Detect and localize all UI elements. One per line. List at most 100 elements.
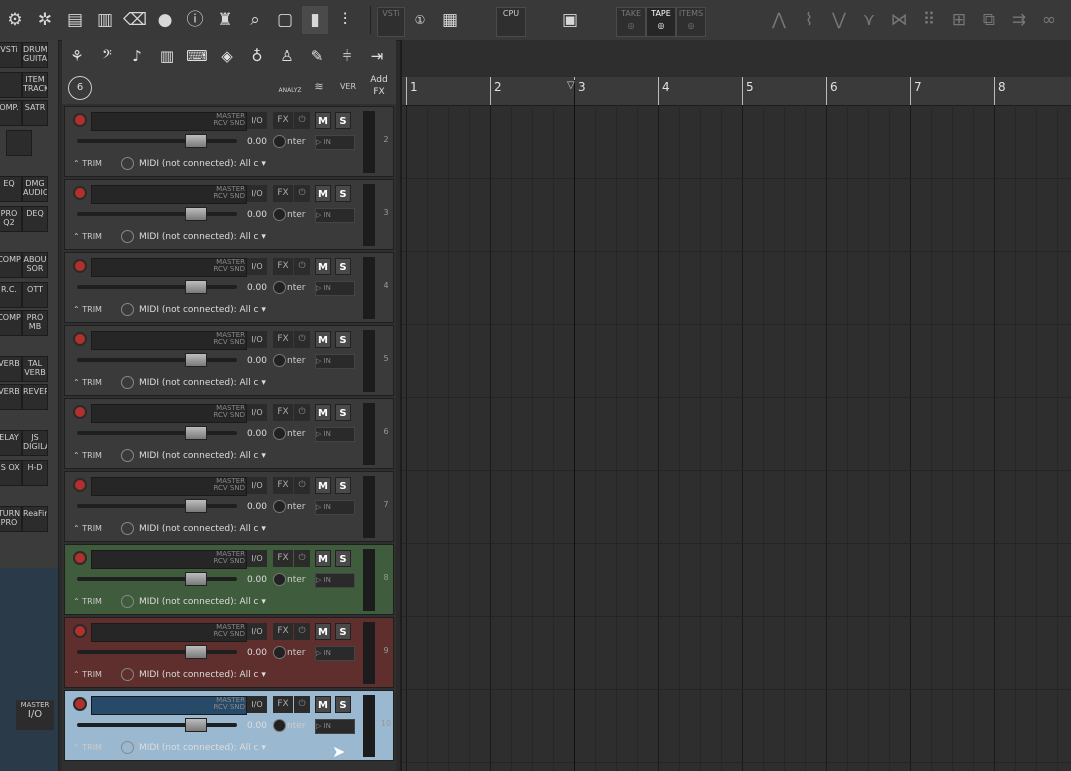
volume-fader[interactable] bbox=[77, 358, 237, 362]
timeline-ruler[interactable]: 1 2 3 4 5 6 7 8 bbox=[402, 77, 1071, 106]
midi-input-select[interactable]: MIDI (not connected): All c ▾ bbox=[139, 157, 267, 171]
track-8[interactable]: MASTER RCV SND I/O FX ⏻ M S 0.00 nter ▷ IN ⌃ TRIM M… bbox=[64, 544, 394, 615]
guitar-icon[interactable]: ♪ bbox=[124, 43, 150, 69]
record-arm-button[interactable] bbox=[73, 697, 87, 711]
record-arm-button[interactable] bbox=[73, 405, 87, 419]
midi-input-select[interactable]: MIDI (not connected): All c ▾ bbox=[139, 595, 267, 609]
bass-clef-icon[interactable]: 𝄢 bbox=[94, 43, 120, 69]
pan-knob[interactable] bbox=[273, 354, 286, 367]
track-2[interactable]: MASTER RCV SND I/O FX ⏻ M S 0.00 nter ▷ IN ⌃ TRIM M… bbox=[64, 106, 394, 177]
volume-fader[interactable] bbox=[77, 431, 237, 435]
mute-button[interactable]: M bbox=[315, 185, 331, 202]
fx-button-vsti[interactable]: VSTi bbox=[0, 42, 22, 68]
settings-icon[interactable]: ✲ bbox=[32, 6, 58, 34]
piano-icon[interactable]: ▥ bbox=[154, 43, 180, 69]
volume-fader[interactable] bbox=[77, 577, 237, 581]
fx-button[interactable]: FX bbox=[273, 550, 293, 567]
gear-icon[interactable]: ⚙ bbox=[2, 6, 28, 34]
volume-fader-handle[interactable] bbox=[185, 645, 207, 659]
drums-icon[interactable]: ⚘ bbox=[64, 43, 90, 69]
solo-button[interactable]: S bbox=[335, 477, 351, 494]
fx-bypass-icon[interactable]: ⏻ bbox=[294, 696, 310, 713]
volume-fader-handle[interactable] bbox=[185, 353, 207, 367]
master-send-tag[interactable]: MASTER RCV SND bbox=[205, 478, 246, 492]
pan-knob[interactable] bbox=[273, 500, 286, 513]
fx-bypass-icon[interactable]: ⏻ bbox=[294, 404, 310, 421]
io-button[interactable]: I/O bbox=[247, 331, 267, 348]
envelope-icon[interactable]: ⌇ bbox=[796, 6, 822, 34]
pan-knob[interactable] bbox=[273, 427, 286, 440]
fx-button-reverb[interactable]: REVERB bbox=[22, 384, 48, 410]
input-monitor-button[interactable]: ▷ IN bbox=[315, 646, 355, 661]
fx-button-digilay[interactable]: JS DIGILAY bbox=[22, 430, 48, 456]
arrow-right-icon[interactable]: ⇥ bbox=[364, 43, 390, 69]
circle-button[interactable]: 6 bbox=[68, 76, 92, 100]
fx-button-deq[interactable]: DEQ bbox=[22, 206, 48, 232]
person-icon[interactable]: ♙ bbox=[274, 43, 300, 69]
fx-button-item-track[interactable]: ITEM TRACK bbox=[22, 72, 48, 98]
record-arm-button[interactable] bbox=[73, 259, 87, 273]
fx-button-mb[interactable]: PRO MB bbox=[22, 310, 48, 336]
solo-button[interactable]: S bbox=[335, 258, 351, 275]
input-monitor-button[interactable]: ▷ IN bbox=[315, 135, 355, 150]
record-arm-button[interactable] bbox=[73, 113, 87, 127]
fx-button-verb2[interactable]: VERB bbox=[0, 384, 22, 410]
midi-input-select[interactable]: MIDI (not connected): All c ▾ bbox=[139, 668, 267, 682]
fx-button[interactable]: FX bbox=[273, 696, 293, 713]
track-3[interactable]: MASTER RCV SND I/O FX ⏻ M S 0.00 nter ▷ IN ⌃ TRIM M… bbox=[64, 179, 394, 250]
trim-button[interactable]: ⌃ TRIM bbox=[73, 303, 113, 317]
mute-button[interactable]: M bbox=[315, 331, 331, 348]
solo-button[interactable]: S bbox=[335, 331, 351, 348]
mute-button[interactable]: M bbox=[315, 550, 331, 567]
monitor-icon[interactable]: ▣ bbox=[557, 6, 583, 34]
comp-icon[interactable]: ⋁ bbox=[826, 6, 852, 34]
route-icon[interactable]: ⊞ bbox=[946, 6, 972, 34]
fx-bypass-icon[interactable]: ⏻ bbox=[294, 623, 310, 640]
items-button[interactable]: ITEMS ◎ bbox=[676, 7, 706, 37]
solo-button[interactable]: S bbox=[335, 623, 351, 640]
io-button[interactable]: I/O bbox=[247, 477, 267, 494]
io-button[interactable]: I/O bbox=[247, 404, 267, 421]
link-icon[interactable]: ∞ bbox=[1036, 6, 1062, 34]
pan-knob[interactable] bbox=[273, 281, 286, 294]
mute-button[interactable]: M bbox=[315, 477, 331, 494]
mic-icon[interactable]: ♁ bbox=[244, 43, 270, 69]
info-icon[interactable]: ⓘ bbox=[182, 6, 208, 34]
trim-button[interactable]: ⌃ TRIM bbox=[73, 668, 113, 682]
fx-button[interactable]: FX bbox=[273, 331, 293, 348]
arrange-view[interactable] bbox=[400, 40, 1071, 771]
fx-button-tool1[interactable] bbox=[0, 72, 22, 98]
fx-bypass-icon[interactable]: ⏻ bbox=[294, 477, 310, 494]
window-icon[interactable]: ▢ bbox=[272, 6, 298, 34]
volume-fader-handle[interactable] bbox=[185, 134, 207, 148]
io-button[interactable]: I/O bbox=[247, 258, 267, 275]
volume-fader-handle[interactable] bbox=[185, 280, 207, 294]
volume-fader-handle[interactable] bbox=[185, 426, 207, 440]
midi-input-select[interactable]: MIDI (not connected): All c ▾ bbox=[139, 741, 267, 755]
fx-button-reafir[interactable]: ReaFir bbox=[22, 506, 48, 532]
fx-button[interactable]: FX bbox=[273, 404, 293, 421]
mixer-icon[interactable]: ⫶ bbox=[332, 6, 358, 34]
volume-fader-handle[interactable] bbox=[185, 718, 207, 732]
sws-icon[interactable]: ● bbox=[152, 6, 178, 34]
master-send-tag[interactable]: MASTER RCV SND bbox=[205, 551, 246, 565]
input-monitor-button[interactable]: ▷ IN bbox=[315, 500, 355, 515]
fx-bypass-icon[interactable]: ⏻ bbox=[294, 258, 310, 275]
razor-icon[interactable]: ⋀ bbox=[766, 6, 792, 34]
fx-button-hd[interactable]: H-D bbox=[22, 460, 48, 486]
fx-button-tal[interactable]: TAL VERB bbox=[22, 356, 48, 382]
waveform-icon[interactable]: ≋ bbox=[306, 74, 332, 100]
record-arm-button[interactable] bbox=[73, 186, 87, 200]
grid-icon[interactable]: ⠿ bbox=[916, 6, 942, 34]
record-arm-button[interactable] bbox=[73, 551, 87, 565]
track-4[interactable]: MASTER RCV SND I/O FX ⏻ M S 0.00 nter ▷ IN ⌃ TRIM M… bbox=[64, 252, 394, 323]
fx-button[interactable]: FX bbox=[273, 477, 293, 494]
instance-icon[interactable]: ① bbox=[407, 6, 433, 34]
track-7[interactable]: MASTER RCV SND I/O FX ⏻ M S 0.00 nter ▷ IN ⌃ TRIM M… bbox=[64, 471, 394, 542]
fx-button-q2[interactable]: PRO Q2 bbox=[0, 206, 22, 232]
vsti-button[interactable]: VSTi bbox=[377, 7, 405, 37]
io-button[interactable]: I/O bbox=[247, 550, 267, 567]
input-monitor-button[interactable]: ▷ IN bbox=[315, 573, 355, 588]
fx-button-rc[interactable]: R.C. bbox=[0, 282, 22, 308]
master-send-tag[interactable]: MASTER RCV SND bbox=[205, 624, 246, 638]
